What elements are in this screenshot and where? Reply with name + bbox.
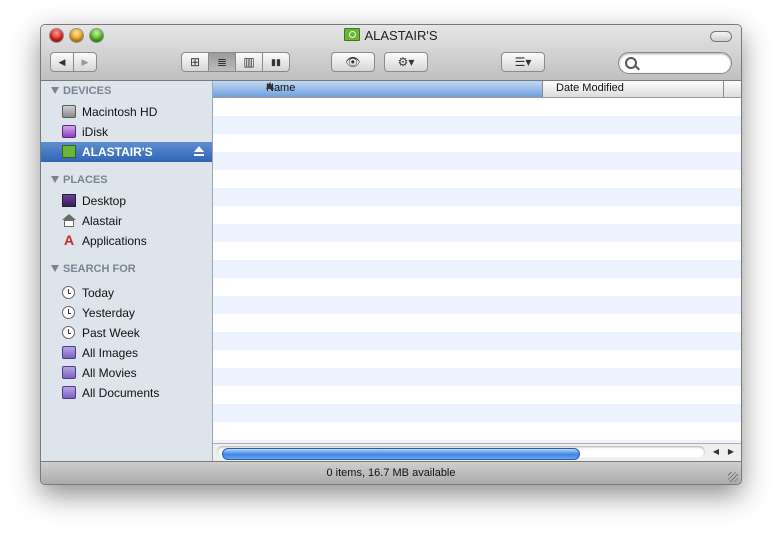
applications-icon: A: [63, 232, 75, 248]
search-input[interactable]: [641, 55, 729, 72]
action-menu-button[interactable]: ⚙▾: [384, 52, 428, 72]
smart-folder-icon: [62, 386, 76, 399]
sidebar-item-label: All Images: [82, 346, 139, 360]
icon-view-icon: ⊞: [189, 55, 201, 69]
scroll-track[interactable]: [217, 446, 705, 460]
sidebar-item-yesterday[interactable]: Yesterday: [41, 303, 212, 323]
column-header-row: Name Date Modified: [213, 81, 741, 98]
scroll-left-arrow-icon[interactable]: ◀: [710, 446, 722, 458]
gear-icon: ⚙▾: [397, 55, 415, 69]
date-modified-column-label: Date Modified: [556, 82, 624, 94]
eye-icon: 👁: [345, 55, 361, 69]
sidebar-item-label: ALASTAIR'S: [82, 145, 153, 159]
back-button[interactable]: ◀: [50, 52, 74, 72]
search-for-header[interactable]: SEARCH FOR: [51, 263, 136, 275]
name-column-header[interactable]: Name: [213, 81, 543, 97]
disclosure-triangle-icon: [51, 265, 59, 272]
sidebar-item-past-week[interactable]: Past Week: [41, 323, 212, 343]
disclosure-triangle-icon: [51, 87, 59, 94]
forward-icon: ▶: [81, 56, 89, 67]
sidebar: DEVICES Macintosh HD iDisk ALASTAIR'S PL…: [41, 81, 213, 461]
forward-button[interactable]: ▶: [73, 52, 97, 72]
sidebar-item-alastairs[interactable]: ALASTAIR'S: [41, 142, 212, 162]
back-icon: ◀: [58, 56, 66, 67]
sidebar-item-label: Today: [82, 286, 115, 300]
horizontal-scrollbar[interactable]: ◀ ▶: [213, 443, 741, 461]
status-bar: 0 items, 16.7 MB available: [41, 461, 741, 484]
sidebar-item-all-images[interactable]: All Images: [41, 343, 212, 363]
sidebar-item-label: All Movies: [82, 366, 137, 380]
home-icon: [62, 214, 76, 227]
sidebar-item-label: iDisk: [82, 125, 108, 139]
smart-folder-icon: [62, 366, 76, 379]
quick-look-button[interactable]: 👁: [331, 52, 375, 72]
sidebar-item-desktop[interactable]: Desktop: [41, 191, 212, 211]
volume-icon: [62, 145, 76, 158]
desktop-icon: [62, 194, 76, 207]
search-icon: [625, 57, 637, 69]
devices-header[interactable]: DEVICES: [51, 85, 111, 97]
list-view-button[interactable]: ≣: [208, 52, 236, 72]
search-field[interactable]: [618, 52, 732, 74]
coverflow-view-button[interactable]: ▮▮: [262, 52, 290, 72]
sidebar-item-alastair[interactable]: Alastair: [41, 211, 212, 231]
finder-window: ALASTAIR'S ◀ ▶ ⊞ ≣ ▥ ▮▮ 👁 ⚙▾ ☰▾ DEVICES …: [40, 24, 742, 485]
sidebar-item-label: Alastair: [82, 214, 123, 228]
sidebar-item-today[interactable]: Today: [41, 283, 212, 303]
places-header[interactable]: PLACES: [51, 174, 108, 186]
file-rows[interactable]: [213, 98, 741, 443]
date-modified-column-header[interactable]: Date Modified: [543, 81, 724, 97]
clock-icon: [62, 286, 75, 299]
column-view-button[interactable]: ▥: [235, 52, 263, 72]
idisk-icon: [62, 125, 76, 138]
eject-icon[interactable]: [194, 146, 205, 157]
hard-drive-icon: [62, 105, 76, 118]
window-title: ALASTAIR'S: [41, 28, 741, 43]
arrange-icon: ☰▾: [514, 55, 532, 69]
list-view-icon: ≣: [216, 55, 228, 69]
toolbar-toggle-button[interactable]: [710, 31, 732, 42]
sidebar-item-label: All Documents: [82, 386, 160, 400]
sidebar-item-applications[interactable]: A Applications: [41, 231, 212, 251]
sidebar-item-label: Yesterday: [82, 306, 135, 320]
sidebar-item-idisk[interactable]: iDisk: [41, 122, 212, 142]
icon-view-button[interactable]: ⊞: [181, 52, 209, 72]
smart-folder-icon: [62, 346, 76, 359]
arrange-menu-button[interactable]: ☰▾: [501, 52, 545, 72]
status-text: 0 items, 16.7 MB available: [326, 467, 456, 479]
sidebar-item-all-movies[interactable]: All Movies: [41, 363, 212, 383]
sort-ascending-icon: [266, 82, 274, 89]
resize-grip-icon[interactable]: [728, 472, 738, 482]
scroll-thumb[interactable]: [222, 448, 580, 460]
sidebar-item-label: Applications: [82, 234, 147, 248]
volume-icon: [344, 28, 361, 41]
clock-icon: [62, 306, 75, 319]
sidebar-item-label: Macintosh HD: [82, 105, 158, 119]
sidebar-item-label: Past Week: [82, 326, 140, 340]
coverflow-view-icon: ▮▮: [271, 56, 281, 67]
scroll-right-arrow-icon[interactable]: ▶: [725, 446, 737, 458]
clock-icon: [62, 326, 75, 339]
sidebar-item-all-documents[interactable]: All Documents: [41, 383, 212, 403]
column-view-icon: ▥: [243, 55, 255, 69]
title-bar: ALASTAIR'S ◀ ▶ ⊞ ≣ ▥ ▮▮ 👁 ⚙▾ ☰▾: [41, 25, 741, 81]
sidebar-item-macintosh-hd[interactable]: Macintosh HD: [41, 102, 212, 122]
window-title-text: ALASTAIR'S: [364, 28, 438, 43]
sidebar-item-label: Desktop: [82, 194, 127, 208]
disclosure-triangle-icon: [51, 176, 59, 183]
file-list: Name Date Modified ◀ ▶: [213, 81, 741, 461]
